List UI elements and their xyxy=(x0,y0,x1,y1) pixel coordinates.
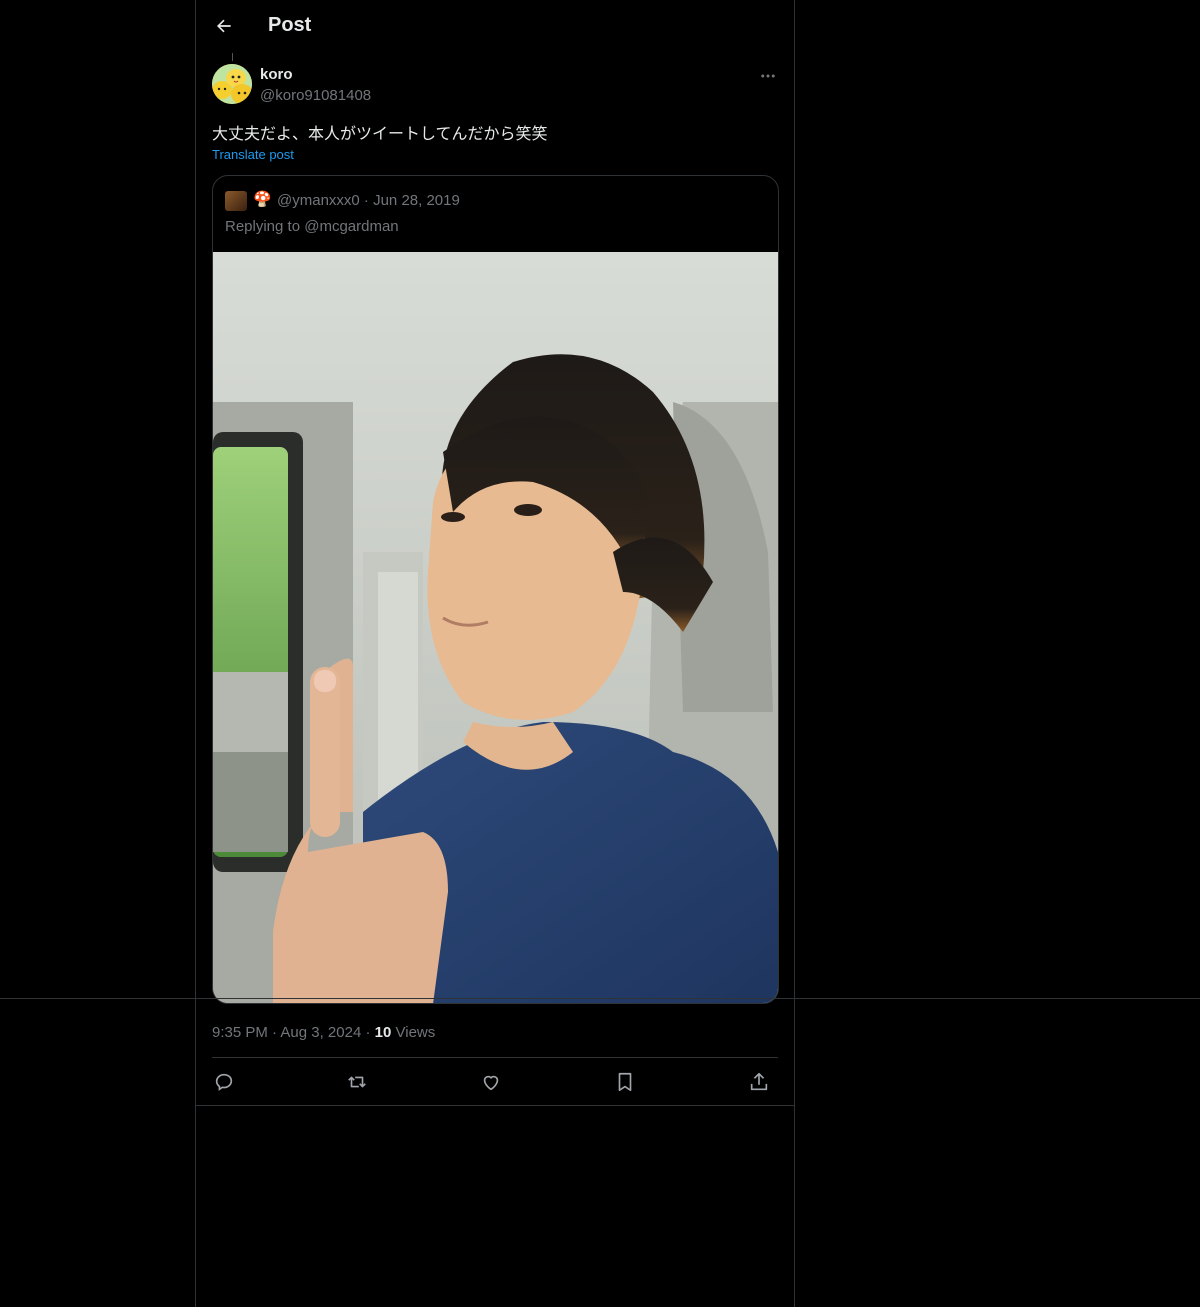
page-title: Post xyxy=(268,14,312,36)
separator-dot: · xyxy=(365,1024,375,1041)
post-text: 大丈夫だよ、本人がツイートしてんだから笑笑 xyxy=(212,124,548,143)
quote-photo[interactable] xyxy=(213,252,778,1004)
views-count: 10 xyxy=(374,1024,392,1041)
author-name[interactable]: koro xyxy=(260,66,293,83)
overlay-divider xyxy=(0,998,1200,999)
quote-handle: @ymanxxx0 xyxy=(277,192,360,209)
replying-prefix: Replying to xyxy=(225,218,301,235)
bookmark-icon xyxy=(618,1072,632,1092)
post-time[interactable]: 9:35 PM xyxy=(212,1024,268,1041)
more-options-icon xyxy=(761,74,775,78)
repost-icon xyxy=(348,1076,366,1088)
share-icon xyxy=(750,1072,768,1091)
share-button[interactable] xyxy=(747,1070,771,1094)
back-arrow-icon xyxy=(217,19,231,33)
quote-display-name-emoji: 🍄 xyxy=(253,191,272,208)
separator-dot: · xyxy=(363,192,374,209)
post-date[interactable]: Aug 3, 2024 xyxy=(280,1024,361,1041)
author-handle[interactable]: @koro91081408 xyxy=(260,87,371,104)
post-column: Post koro @koro91081408 大丈夫だよ、本人がツイートしてん… xyxy=(195,0,795,1307)
views-label: Views xyxy=(395,1024,436,1041)
divider xyxy=(212,1057,778,1058)
more-options-button[interactable] xyxy=(756,64,780,88)
reply-icon xyxy=(215,1073,233,1091)
post-meta: 9:35 PM · Aug 3, 2024 · 10 Views xyxy=(212,1024,435,1041)
repost-button[interactable] xyxy=(345,1070,369,1094)
like-button[interactable] xyxy=(479,1070,503,1094)
translate-post-link[interactable]: Translate post xyxy=(212,147,294,162)
avatar[interactable] xyxy=(212,64,252,104)
replying-mention[interactable]: @mcgardman xyxy=(304,218,398,235)
like-icon xyxy=(483,1075,499,1091)
quote-meta: @ymanxxx0 · Jun 28, 2019 xyxy=(277,192,460,209)
avatar-image xyxy=(212,64,252,104)
bookmark-button[interactable] xyxy=(613,1070,637,1094)
divider xyxy=(196,1105,794,1106)
reply-button[interactable] xyxy=(212,1070,236,1094)
action-bar xyxy=(212,1066,778,1098)
thread-connector xyxy=(232,53,233,61)
quote-replying-to: Replying to @mcgardman xyxy=(225,218,399,235)
quote-avatar xyxy=(225,191,247,211)
quote-date: Jun 28, 2019 xyxy=(373,192,460,209)
back-button[interactable] xyxy=(210,12,238,40)
quoted-post[interactable]: 🍄 @ymanxxx0 · Jun 28, 2019 Replying to @… xyxy=(212,175,779,1004)
page-header: Post xyxy=(196,0,794,54)
